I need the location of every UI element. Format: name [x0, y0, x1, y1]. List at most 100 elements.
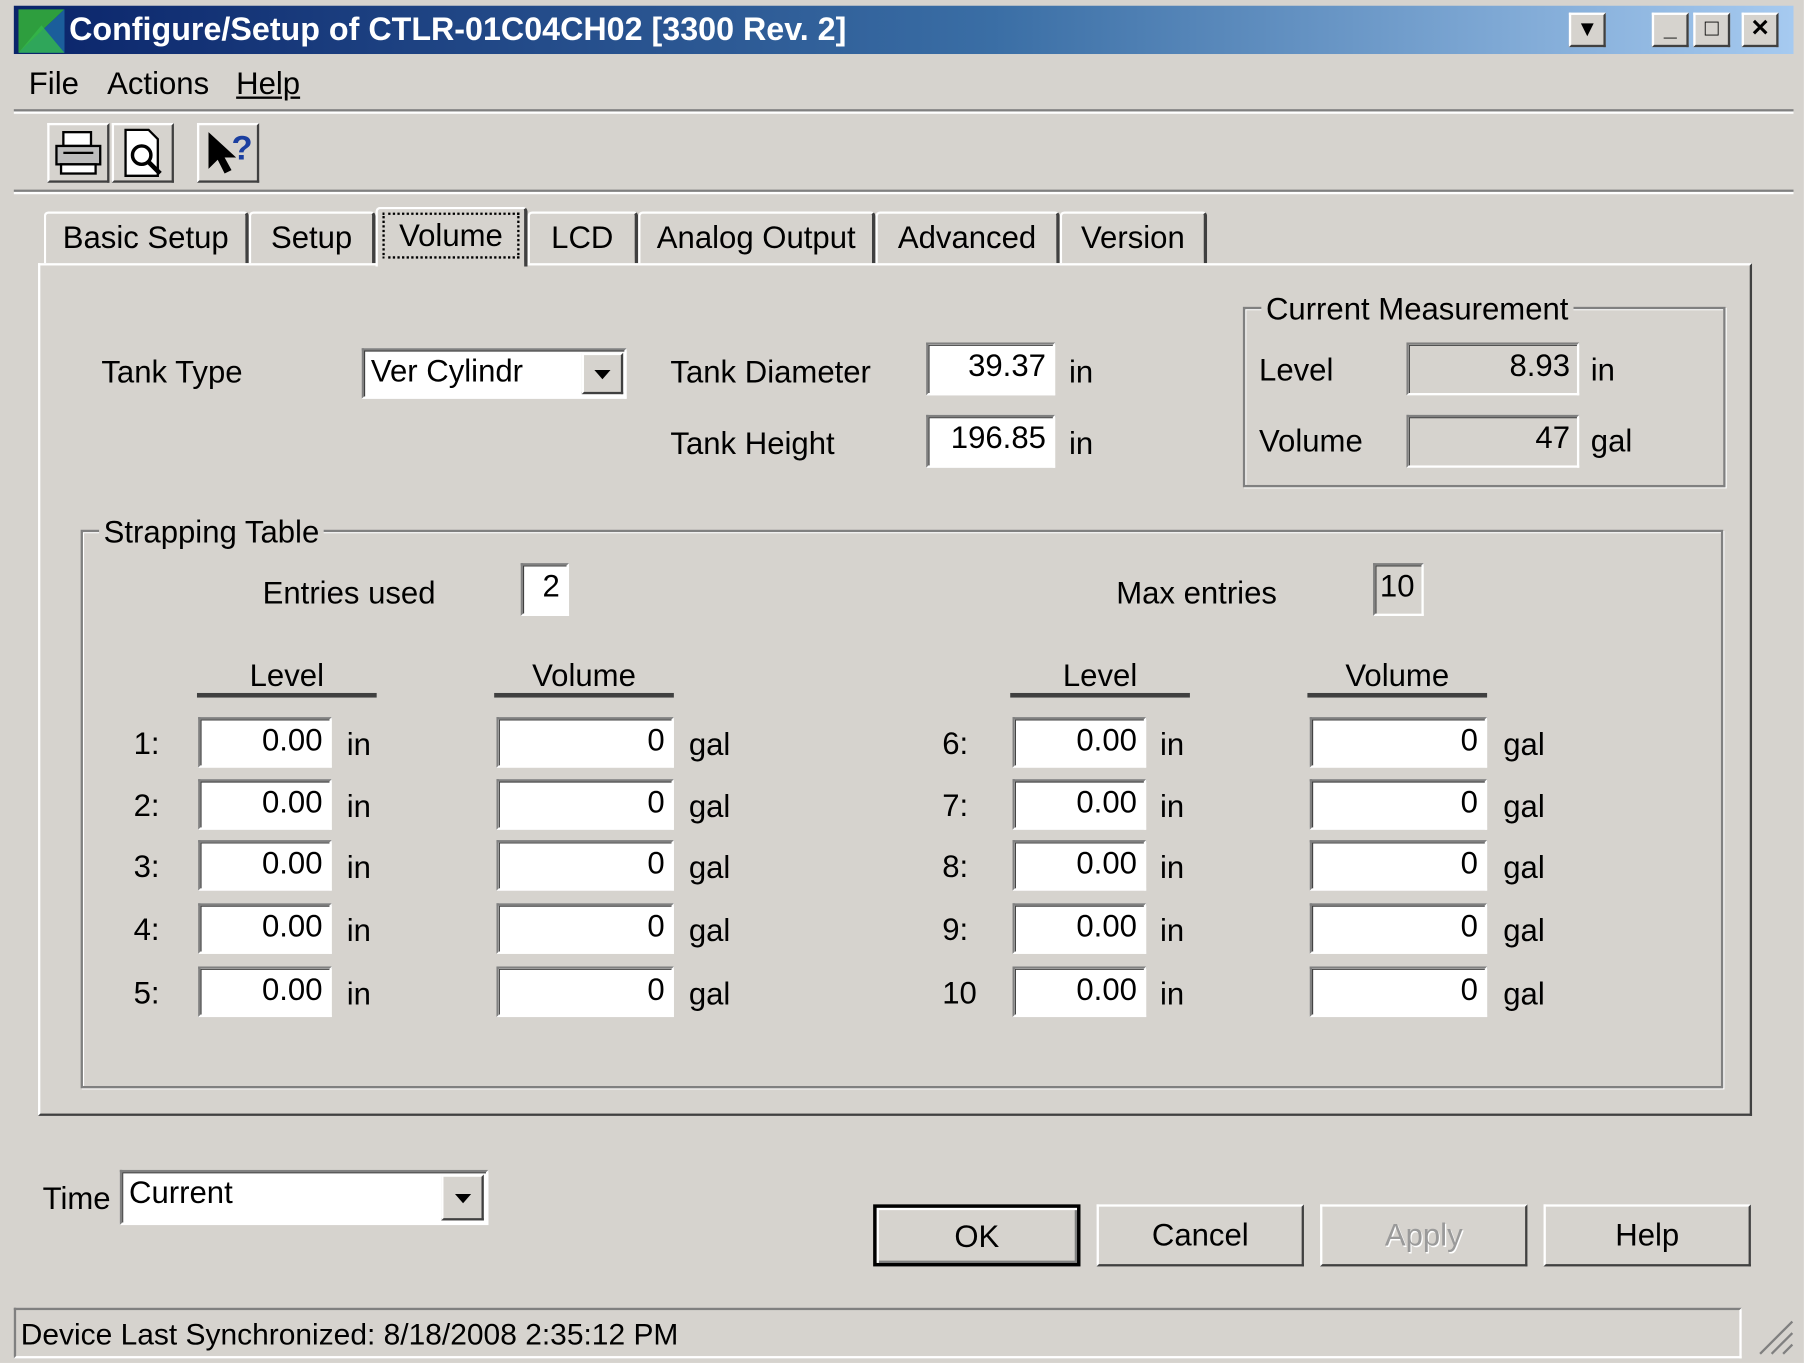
level-input-3[interactable]: 0.00 [198, 840, 332, 891]
volume-unit-label: gal [1503, 850, 1545, 885]
level-input-7[interactable]: 0.00 [1012, 779, 1147, 830]
volume-input-6[interactable]: 0 [1309, 717, 1488, 768]
tab-basic-setup-label: Basic Setup [62, 220, 229, 256]
tank-type-label: Tank Type [101, 355, 243, 390]
volume-unit-label: gal [688, 976, 731, 1012]
chevron-down-icon [594, 370, 611, 380]
tab-analog-output[interactable]: Analog Output [638, 211, 876, 265]
row-index-label: 10 [942, 975, 977, 1011]
volume-unit-label: gal [1503, 789, 1545, 824]
tank-height-input[interactable]: 196.85 [926, 414, 1056, 468]
tab-lcd[interactable]: LCD [527, 211, 639, 265]
level-unit-label: in [1159, 727, 1185, 762]
volume-input-2[interactable]: 0 [496, 779, 674, 830]
volume-input-8[interactable]: 0 [1309, 840, 1488, 891]
print-preview-icon [124, 128, 162, 177]
tab-version-label: Version [1081, 220, 1185, 256]
tab-volume-label: Volume [382, 212, 519, 259]
menu-actions[interactable]: Actions [107, 66, 209, 103]
level-input-8[interactable]: 0.00 [1012, 840, 1147, 891]
window-menu-dropdown-icon[interactable]: ▾ [1568, 12, 1606, 48]
resize-grip-icon[interactable] [1755, 1317, 1794, 1356]
level-input-6[interactable]: 0.00 [1012, 717, 1147, 768]
tab-advanced-label: Advanced [897, 220, 1037, 256]
volume-unit-label: gal [688, 913, 731, 949]
volume-column-header-right: Volume [1307, 658, 1488, 698]
toolbar-separator [13, 189, 1794, 195]
tank-type-value: Ver Cylindr [370, 353, 524, 389]
time-dropdown-button[interactable] [441, 1174, 484, 1221]
context-help-button[interactable]: ? [196, 122, 260, 183]
entries-used-input[interactable]: 2 [520, 563, 570, 616]
volume-input-3[interactable]: 0 [496, 840, 674, 891]
volume-input-4[interactable]: 0 [496, 903, 674, 954]
volume-unit-label: gal [1503, 976, 1545, 1012]
current-level-label: Level [1259, 352, 1334, 388]
level-input-4[interactable]: 0.00 [198, 903, 332, 954]
level-unit-label: in [346, 913, 371, 949]
level-input-1[interactable]: 0.00 [198, 717, 332, 768]
row-index-label: 6: [942, 726, 969, 761]
tab-setup[interactable]: Setup [248, 211, 376, 265]
time-value: Current [129, 1175, 233, 1211]
title-bar[interactable]: Configure/Setup of CTLR-01C04CH02 [3300 … [13, 5, 1794, 55]
help-button[interactable]: Help [1543, 1204, 1751, 1267]
level-input-10[interactable]: 0.00 [1012, 966, 1147, 1018]
row-index-label: 8: [942, 849, 969, 884]
maximize-icon[interactable]: □ [1693, 12, 1731, 48]
max-entries-readout: 10 [1373, 563, 1424, 616]
current-level-unit: in [1590, 352, 1615, 388]
current-level-readout: 8.93 [1406, 342, 1580, 396]
volume-unit-label: gal [688, 789, 731, 824]
volume-unit-label: gal [1503, 913, 1545, 949]
close-icon[interactable]: ✕ [1741, 12, 1779, 48]
level-unit-label: in [1159, 789, 1185, 824]
volume-input-10[interactable]: 0 [1309, 966, 1488, 1018]
volume-input-7[interactable]: 0 [1309, 779, 1488, 830]
tank-diameter-input[interactable]: 39.37 [926, 342, 1056, 396]
row-index-label: 3: [133, 849, 160, 884]
print-preview-button[interactable] [111, 122, 174, 183]
tank-diameter-unit: in [1068, 355, 1094, 390]
level-column-header-left: Level [196, 658, 377, 698]
level-column-header-right: Level [1010, 658, 1190, 698]
volume-input-9[interactable]: 0 [1309, 903, 1488, 954]
minimize-icon[interactable]: _ [1651, 12, 1689, 48]
tab-setup-label: Setup [270, 220, 353, 256]
entries-used-label: Entries used [262, 575, 436, 611]
app-icon [18, 9, 65, 53]
row-index-label: 5: [133, 975, 160, 1011]
print-button[interactable] [47, 122, 110, 183]
ok-button[interactable]: OK [873, 1204, 1081, 1267]
tab-volume[interactable]: Volume [375, 206, 528, 267]
level-unit-label: in [1159, 913, 1185, 949]
level-input-9[interactable]: 0.00 [1012, 903, 1147, 954]
level-input-5[interactable]: 0.00 [198, 966, 332, 1018]
menu-file[interactable]: File [29, 66, 79, 103]
level-input-2[interactable]: 0.00 [198, 779, 332, 830]
cancel-button[interactable]: Cancel [1096, 1204, 1304, 1267]
current-measurement-title: Current Measurement [1261, 291, 1574, 327]
row-index-label: 2: [133, 788, 160, 823]
row-index-label: 7: [942, 788, 969, 823]
volume-unit-label: gal [1503, 727, 1545, 762]
tab-basic-setup[interactable]: Basic Setup [43, 211, 249, 265]
tab-analog-output-label: Analog Output [656, 220, 856, 256]
window-title: Configure/Setup of CTLR-01C04CH02 [3300 … [69, 11, 847, 48]
volume-unit-label: gal [688, 727, 731, 762]
volume-input-5[interactable]: 0 [496, 966, 674, 1018]
apply-button[interactable]: Apply [1320, 1204, 1528, 1267]
row-index-label: 9: [942, 912, 969, 947]
time-select[interactable]: Current [119, 1169, 489, 1226]
tank-diameter-label: Tank Diameter [670, 355, 871, 390]
tank-height-unit: in [1068, 426, 1094, 461]
tab-advanced[interactable]: Advanced [875, 211, 1060, 265]
level-unit-label: in [346, 789, 371, 824]
tank-type-dropdown-button[interactable] [581, 352, 624, 395]
print-icon [55, 131, 102, 175]
level-unit-label: in [346, 976, 371, 1012]
tab-version[interactable]: Version [1059, 211, 1208, 265]
current-volume-label: Volume [1259, 424, 1363, 459]
menu-help[interactable]: Help [236, 66, 300, 103]
volume-input-1[interactable]: 0 [496, 717, 674, 768]
